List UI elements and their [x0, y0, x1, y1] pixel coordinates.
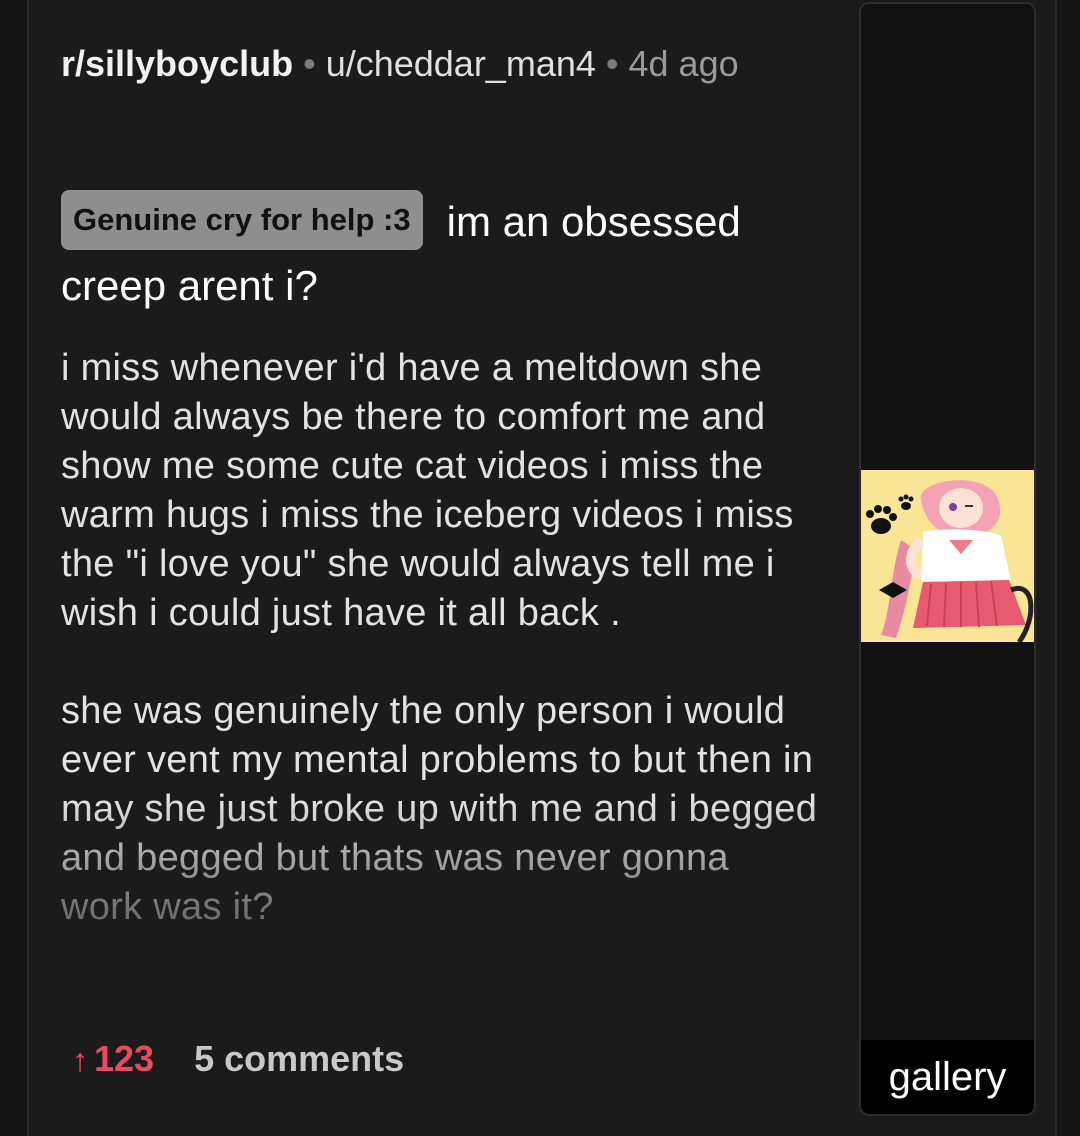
post-body[interactable]: i miss whenever i'd have a meltdown she … — [61, 344, 821, 932]
upvote-button[interactable]: ↑ 123 — [72, 1038, 154, 1079]
comments-link[interactable]: 5 comments — [194, 1038, 404, 1079]
separator-dot: • — [303, 43, 316, 84]
separator-dot: • — [605, 43, 619, 84]
gallery-label: gallery — [861, 1040, 1034, 1114]
post-title-block[interactable]: Genuine cry for help :3 im an obsessed cr… — [61, 190, 821, 318]
body-paragraph: i miss whenever i'd have a meltdown she … — [61, 347, 794, 634]
body-paragraph: she was genuinely the only person i woul… — [61, 690, 818, 928]
post-meta: r/sillyboyclub • u/cheddar_man4 • 4d ago — [61, 38, 781, 90]
post-age: 4d ago — [628, 43, 739, 84]
upvote-arrow-icon: ↑ — [72, 1042, 88, 1078]
post-footer: ↑ 123 5 comments — [72, 1034, 404, 1085]
post-thumbnail[interactable]: gallery — [859, 2, 1036, 1116]
author-link[interactable]: u/cheddar_man4 — [326, 43, 596, 84]
upvote-count: 123 — [94, 1038, 155, 1079]
gallery-thumbnail-image[interactable] — [861, 470, 1034, 642]
post-flair: Genuine cry for help :3 — [61, 190, 423, 250]
subreddit-link[interactable]: r/sillyboyclub — [61, 43, 293, 84]
